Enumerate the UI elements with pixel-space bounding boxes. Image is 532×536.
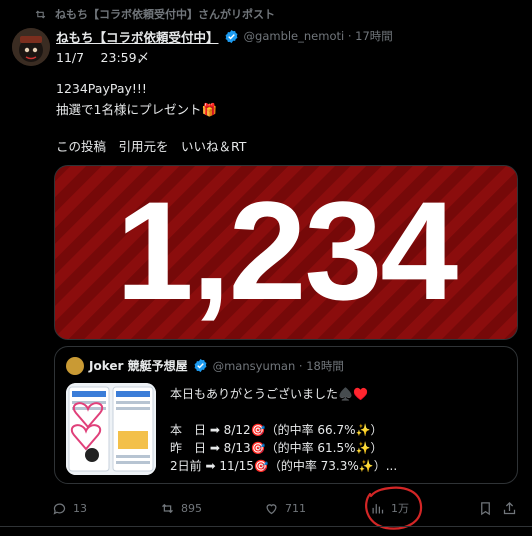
bookmark-button[interactable] [478, 498, 493, 518]
repost-icon [162, 503, 173, 513]
quoted-text-line-3: 昨 日 ➡ 8/13🎯（的中率 61.5%✨） [170, 441, 383, 455]
quoted-text-line-4: 2日前 ➡ 11/15🎯（的中率 73.3%✨）... [170, 459, 398, 473]
quoted-text-line-2: 本 日 ➡ 8/12🎯（的中率 66.7%✨） [170, 423, 383, 437]
quoted-author-name: Joker 競艇予想屋 [89, 359, 188, 373]
verified-badge-icon [194, 358, 207, 373]
share-icon [503, 501, 516, 514]
post-image[interactable]: 1,234 [54, 165, 518, 340]
quoted-text-line-1: 本日もありがとうございました♠️♥️ [170, 387, 368, 401]
avatar-image [12, 28, 50, 66]
post-text-line-2: 1234PayPay!!! [56, 81, 147, 96]
quoted-author-avatar [66, 357, 84, 375]
quoted-post-header: Joker 競艇予想屋 @mansyuman · 18時間 [89, 357, 344, 374]
quoted-post-thumbnail [66, 383, 156, 475]
reply-icon [53, 503, 66, 515]
repost-indicator[interactable]: ねもち【コラボ依頼受付中】さんがリポスト [34, 6, 275, 22]
quoted-author-handle-time: @mansyuman · 18時間 [212, 358, 344, 373]
author-name[interactable]: ねもち【コラボ依頼受付中】 [56, 27, 219, 46]
post-text-line-1: 11/7 23:59〆 [56, 50, 150, 65]
verified-badge-icon [225, 29, 237, 43]
divider [0, 526, 532, 527]
action-bar: 13 895 711 1万 [50, 498, 520, 518]
repost-button[interactable]: 895 [160, 498, 202, 518]
author-avatar[interactable] [12, 28, 50, 66]
image-number-text: 1,234 [115, 172, 458, 329]
reply-button[interactable]: 13 [52, 498, 87, 518]
bookmark-icon [481, 501, 490, 515]
annotation-circle [365, 486, 423, 530]
reply-count: 13 [73, 501, 87, 515]
repost-count: 895 [181, 501, 202, 515]
quoted-post[interactable]: Joker 競艇予想屋 @mansyuman · 18時間 本日もありがとうござ… [54, 346, 518, 484]
post-header: ねもち【コラボ依頼受付中】 @gamble_nemoti · 17時間 [56, 27, 526, 45]
like-count: 711 [285, 501, 306, 515]
repost-text: ねもち【コラボ依頼受付中】さんがリポスト [55, 8, 275, 21]
post-text-line-3: 抽選で1名様にプレゼント🎁 [56, 102, 218, 117]
thumbnail-image [66, 383, 156, 475]
author-handle-time[interactable]: @gamble_nemoti · 17時間 [244, 28, 393, 44]
share-button[interactable] [502, 498, 517, 518]
post-text-line-4: この投稿 引用元を いいね＆RT [56, 139, 247, 154]
heart-icon [266, 503, 277, 514]
like-button[interactable]: 711 [264, 498, 306, 518]
repost-icon [35, 9, 46, 19]
